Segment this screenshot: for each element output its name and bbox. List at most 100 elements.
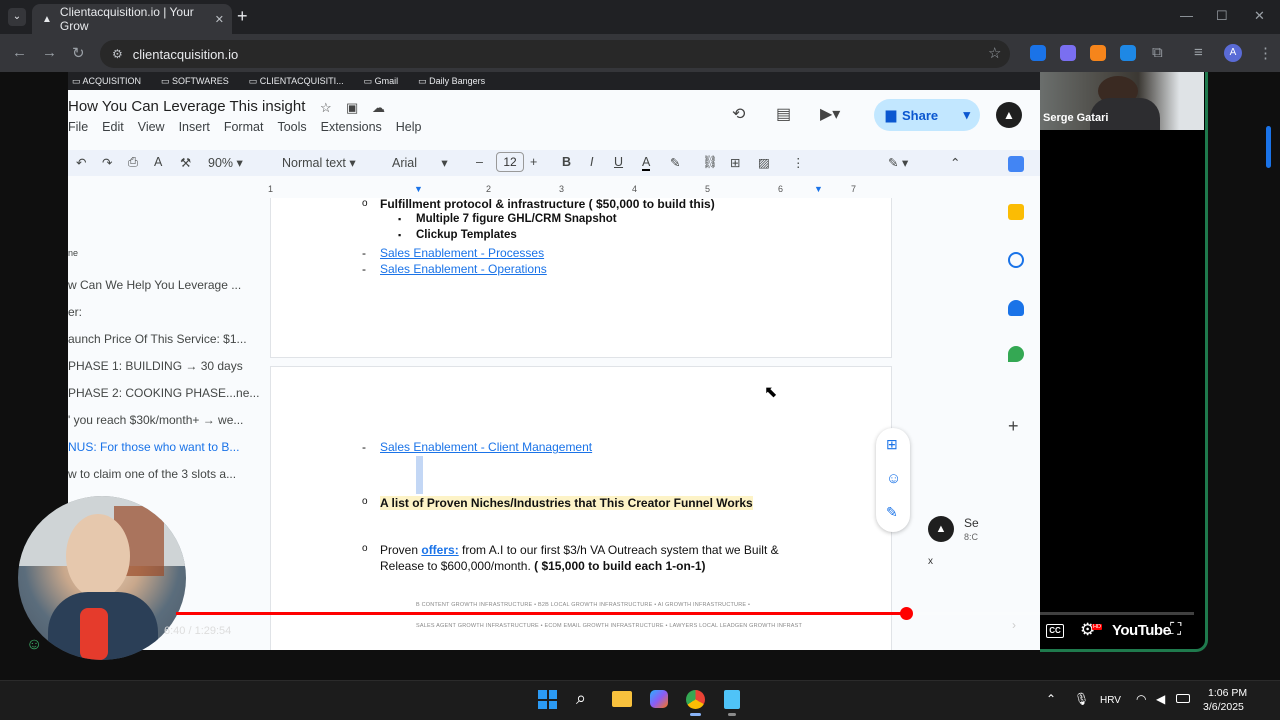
extensions-puzzle-icon[interactable]: ⧉ <box>1152 44 1163 61</box>
editing-mode-icon[interactable]: ✎ ▾ <box>888 155 908 170</box>
bookmark-item[interactable]: ▭ Gmail <box>364 76 399 87</box>
contacts-icon[interactable] <box>1008 300 1024 316</box>
extension-cloud-icon[interactable] <box>1060 45 1076 61</box>
clock-time[interactable]: 1:06 PM <box>1208 687 1247 699</box>
file-explorer-icon[interactable] <box>612 691 632 707</box>
link-icon[interactable]: ⛓ <box>702 155 718 170</box>
captions-button[interactable]: CC <box>1046 624 1064 638</box>
bookmark-item[interactable]: ▭ Daily Bangers <box>418 76 485 87</box>
menu-help[interactable]: Help <box>396 120 422 134</box>
menu-edit[interactable]: Edit <box>102 120 124 134</box>
menu-insert[interactable]: Insert <box>179 120 210 134</box>
menu-file[interactable]: File <box>68 120 88 134</box>
forward-icon[interactable]: → <box>42 44 57 61</box>
bookmark-item[interactable]: ▭ CLIENTACQUISITI... <box>249 76 344 87</box>
notification-close-icon[interactable]: x <box>928 556 933 567</box>
keep-icon[interactable] <box>1008 204 1024 220</box>
calendar-icon[interactable] <box>1008 156 1024 172</box>
menu-tools[interactable]: Tools <box>277 120 306 134</box>
font-increase-icon[interactable]: + <box>530 155 537 169</box>
add-addon-icon[interactable]: + <box>1008 416 1019 437</box>
font-size-input[interactable]: 12 <box>496 152 524 172</box>
browser-menu-icon[interactable]: ⋮ <box>1258 44 1273 62</box>
print-icon[interactable]: ⎙ <box>128 155 138 170</box>
profile-avatar[interactable]: A <box>1224 44 1242 62</box>
add-comment-icon[interactable]: ⊞ <box>886 436 898 453</box>
media-control-icon[interactable]: ≡ <box>1194 44 1203 61</box>
extension-fox-icon[interactable] <box>1090 45 1106 61</box>
tasks-icon[interactable] <box>1008 252 1024 268</box>
microphone-tray-icon[interactable]: 🎙︎ <box>1074 692 1089 706</box>
back-icon[interactable]: ← <box>12 44 27 61</box>
browser-tab[interactable]: ▲ Clientacquisition.io | Your Grow ✕ <box>32 4 232 34</box>
youtube-logo[interactable]: YouTube <box>1112 622 1171 639</box>
offers-link[interactable]: offers: <box>421 543 458 557</box>
comments-icon[interactable]: ▤ <box>776 104 791 124</box>
version-history-icon[interactable]: ⟲ <box>732 104 745 124</box>
more-options-icon[interactable]: ⋮ <box>792 155 805 170</box>
copilot-icon[interactable] <box>650 690 668 708</box>
chrome-icon[interactable] <box>686 690 705 709</box>
new-tab-button[interactable]: + <box>237 6 248 27</box>
maximize-button[interactable]: ☐ <box>1216 8 1228 24</box>
add-comment-icon[interactable]: ⊞ <box>730 155 740 170</box>
menu-view[interactable]: View <box>138 120 165 134</box>
wifi-icon[interactable]: ◠ <box>1136 692 1146 706</box>
notepad-icon[interactable] <box>724 690 740 709</box>
outline-item[interactable]: aunch Price Of This Service: $1... <box>68 332 247 346</box>
outline-item[interactable]: PHASE 1: BUILDING → 30 days <box>68 359 243 373</box>
outline-item[interactable]: ne <box>68 248 78 258</box>
collapse-menus-icon[interactable]: ⌃ <box>950 155 960 170</box>
move-folder-icon[interactable]: ▣ <box>346 100 358 116</box>
tray-overflow-icon[interactable]: ⌃ <box>1046 692 1056 706</box>
outline-item[interactable]: w to claim one of the 3 slots a... <box>68 467 236 481</box>
bookmark-item[interactable]: ▭ SOFTWARES <box>161 76 229 87</box>
outline-item[interactable]: er: <box>68 305 82 319</box>
suggest-edit-icon[interactable]: ✎ <box>886 504 898 521</box>
document-title[interactable]: How You Can Leverage This insight <box>68 98 305 115</box>
extension-pen-icon[interactable] <box>1030 45 1046 61</box>
paint-format-icon[interactable]: ⚒ <box>180 155 191 170</box>
operations-link[interactable]: Sales Enablement - Operations <box>380 262 547 276</box>
bold-icon[interactable]: B <box>562 155 571 169</box>
outline-item[interactable]: ' you reach $30k/month+ → we... <box>68 413 243 427</box>
outline-item[interactable]: PHASE 2: COOKING PHASE...ne... <box>68 386 259 400</box>
tab-close-icon[interactable]: ✕ <box>215 13 224 26</box>
windows-start-icon[interactable] <box>538 690 557 709</box>
image-icon[interactable]: ▨ <box>758 155 770 170</box>
tab-search-icon[interactable]: ⌄ <box>8 8 26 26</box>
zoom-select[interactable]: 90% ▾ <box>208 155 243 170</box>
star-icon[interactable]: ☆ <box>320 100 332 116</box>
reload-icon[interactable]: ↻ <box>72 44 85 62</box>
battery-icon[interactable] <box>1176 694 1190 703</box>
fullscreen-icon[interactable]: ⛶ <box>1170 621 1181 639</box>
style-select[interactable]: Normal text ▾ <box>282 155 356 170</box>
maps-icon[interactable] <box>1008 346 1024 362</box>
emoji-icon[interactable]: ☺ <box>886 470 901 487</box>
volume-icon[interactable]: ◀ <box>1156 692 1165 706</box>
highlight-icon[interactable]: ✎ <box>670 155 680 170</box>
share-button[interactable]: ▆ Share ▾ <box>874 99 980 131</box>
clock-date[interactable]: 3/6/2025 <box>1203 701 1244 713</box>
bookmark-star-icon[interactable]: ☆ <box>988 44 1001 62</box>
site-info-icon[interactable]: ⚙ <box>112 47 123 61</box>
text-color-icon[interactable]: A <box>642 155 651 171</box>
extension-play-icon[interactable] <box>1120 45 1136 61</box>
menu-format[interactable]: Format <box>224 120 264 134</box>
language-indicator[interactable]: HRV <box>1100 695 1121 706</box>
menu-extensions[interactable]: Extensions <box>321 120 382 134</box>
scrubber-handle[interactable] <box>899 607 913 620</box>
italic-icon[interactable]: I <box>590 155 593 169</box>
client-management-link[interactable]: Sales Enablement - Client Management <box>380 440 592 454</box>
font-select[interactable]: Arial ▾ <box>392 155 448 170</box>
close-window-button[interactable]: ✕ <box>1254 8 1265 24</box>
font-decrease-icon[interactable]: – <box>476 155 483 169</box>
share-dropdown-icon[interactable]: ▾ <box>963 107 970 123</box>
bookmark-item[interactable]: ▭ ACQUISITION <box>72 76 141 87</box>
underline-icon[interactable]: U <box>614 155 623 169</box>
search-icon[interactable]: ⌕ <box>576 688 586 709</box>
outline-item-active[interactable]: NUS: For those who want to B... <box>68 440 239 454</box>
minimize-button[interactable]: — <box>1180 8 1193 23</box>
outline-item[interactable]: w Can We Help You Leverage ... <box>68 278 241 292</box>
processes-link[interactable]: Sales Enablement - Processes <box>380 246 544 260</box>
